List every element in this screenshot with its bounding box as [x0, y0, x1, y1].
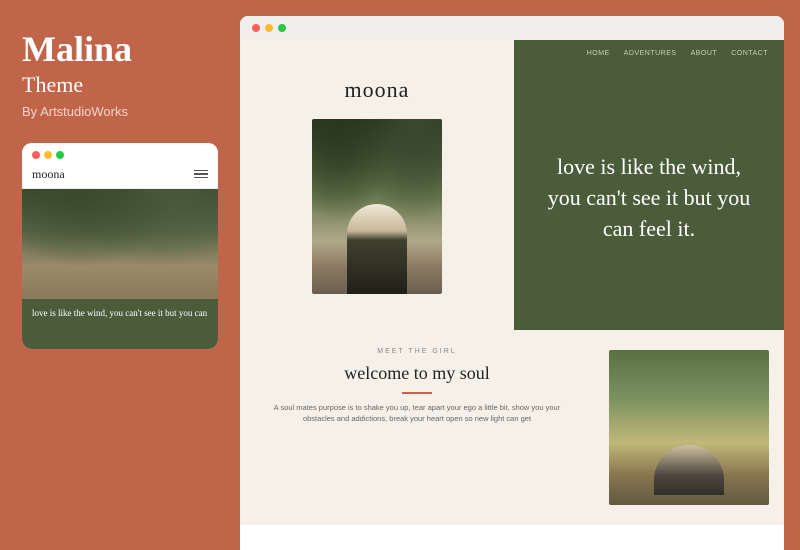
browser-dot-red — [252, 24, 260, 32]
main-content: moona HOME ADVENTURES ABOUT CONTACT love… — [240, 0, 800, 550]
website-logo: moona — [345, 77, 410, 103]
browser-dot-green — [278, 24, 286, 32]
bottom-right-photo — [594, 330, 784, 525]
nav-home[interactable]: HOME — [587, 50, 610, 57]
browser-mockup: moona HOME ADVENTURES ABOUT CONTACT love… — [240, 16, 784, 550]
welcome-divider — [402, 392, 432, 394]
website-hero-left: moona — [240, 40, 514, 330]
welcome-heading: welcome to my soul — [264, 363, 570, 384]
mobile-preview-card: moona love is like the wind, you can't s… — [22, 143, 218, 349]
website-hero-right: HOME ADVENTURES ABOUT CONTACT love is li… — [514, 40, 784, 330]
theme-title: Malina — [22, 30, 218, 70]
browser-dot-yellow — [265, 24, 273, 32]
meet-girl-label: MEET THE GIRL — [264, 348, 570, 355]
hero-photo — [312, 119, 442, 294]
dot-red — [32, 151, 40, 159]
mobile-hero-image — [22, 189, 218, 299]
mobile-caption: love is like the wind, you can't see it … — [22, 299, 218, 349]
website-bottom-section: MEET THE GIRL welcome to my soul A soul … — [240, 330, 784, 525]
nav-contact[interactable]: CONTACT — [731, 50, 768, 57]
theme-subtitle: Theme — [22, 72, 218, 98]
browser-topbar — [240, 16, 784, 40]
website-top-section: moona HOME ADVENTURES ABOUT CONTACT love… — [240, 40, 784, 330]
website-content: moona HOME ADVENTURES ABOUT CONTACT love… — [240, 40, 784, 550]
dot-yellow — [44, 151, 52, 159]
nav-adventures[interactable]: ADVENTURES — [624, 50, 677, 57]
mobile-logo: moona — [32, 167, 65, 182]
hamburger-icon[interactable] — [194, 170, 208, 179]
bottom-left-content: MEET THE GIRL welcome to my soul A soul … — [240, 330, 594, 525]
couple-photo — [312, 119, 442, 294]
welcome-body-text: A soul mates purpose is to shake you up,… — [264, 402, 570, 425]
mobile-caption-text: love is like the wind, you can't see it … — [32, 307, 208, 320]
bottom-photo — [609, 350, 769, 505]
dot-green — [56, 151, 64, 159]
mobile-topbar — [22, 143, 218, 163]
nav-about[interactable]: ABOUT — [691, 50, 718, 57]
bottom-photo-inner — [609, 350, 769, 505]
quote-area: love is like the wind, you can't see it … — [514, 67, 784, 330]
sidebar: Malina Theme By ArtstudioWorks moona lov… — [0, 0, 240, 550]
hero-quote: love is like the wind, you can't see it … — [538, 152, 760, 244]
mobile-nav: moona — [22, 163, 218, 189]
couple-image-mobile — [22, 189, 218, 299]
website-nav: HOME ADVENTURES ABOUT CONTACT — [514, 40, 784, 67]
theme-author: By ArtstudioWorks — [22, 104, 218, 119]
